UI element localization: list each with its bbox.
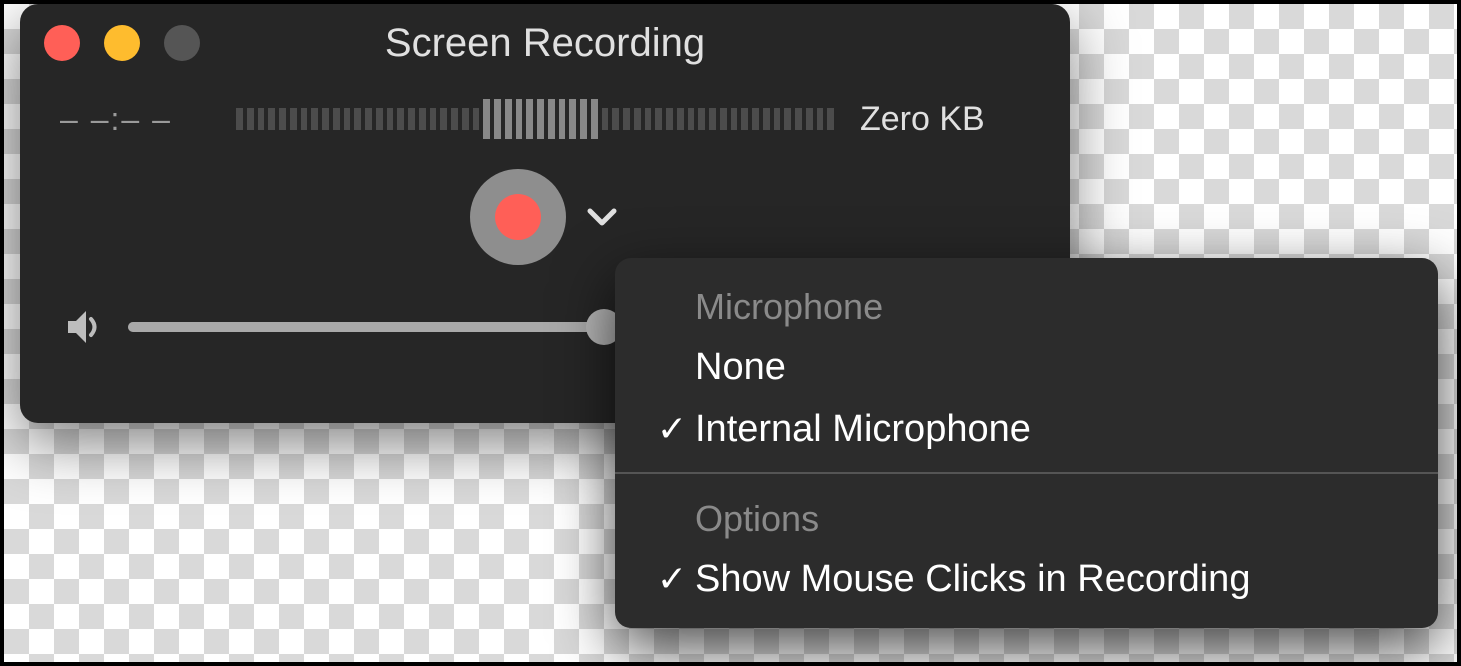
minimize-button[interactable]: [104, 25, 140, 61]
level-tick: [688, 108, 695, 130]
menu-item-label: Show Mouse Clicks in Recording: [695, 558, 1250, 601]
level-tick: [301, 108, 308, 130]
level-tick: [451, 108, 458, 130]
status-row: – –:– – Zero KB: [20, 82, 1070, 152]
level-tick: [720, 108, 727, 130]
level-tick: [408, 108, 415, 130]
level-tick: [677, 108, 684, 130]
level-tick: [440, 108, 447, 130]
window-controls: [44, 25, 200, 61]
level-tick: [494, 99, 501, 139]
level-tick: [666, 108, 673, 130]
close-button[interactable]: [44, 25, 80, 61]
level-tick: [763, 108, 770, 130]
options-menu: Microphone None✓Internal Microphone Opti…: [615, 258, 1438, 628]
level-tick: [505, 99, 512, 139]
level-tick: [236, 108, 243, 130]
level-tick: [741, 108, 748, 130]
audio-level-meter: [234, 99, 836, 139]
level-tick: [526, 99, 533, 139]
menu-item-label: Internal Microphone: [695, 408, 1031, 451]
record-icon: [495, 194, 541, 240]
level-tick: [387, 108, 394, 130]
level-tick: [333, 108, 340, 130]
menu-item-mic-0[interactable]: None: [615, 336, 1438, 398]
level-tick: [784, 108, 791, 130]
menu-item-option-0[interactable]: ✓Show Mouse Clicks in Recording: [615, 548, 1438, 610]
level-tick: [602, 108, 609, 130]
level-tick: [612, 108, 619, 130]
level-tick: [419, 108, 426, 130]
level-tick: [559, 99, 566, 139]
level-tick: [634, 108, 641, 130]
level-tick: [268, 108, 275, 130]
level-tick: [537, 99, 544, 139]
level-tick: [569, 99, 576, 139]
level-tick: [354, 108, 361, 130]
menu-separator: [615, 472, 1438, 474]
speaker-icon: [64, 307, 104, 347]
level-tick: [795, 108, 802, 130]
level-tick: [483, 99, 490, 139]
level-tick: [698, 108, 705, 130]
zoom-button[interactable]: [164, 25, 200, 61]
level-tick: [258, 108, 265, 130]
volume-slider-fill: [128, 322, 604, 332]
level-tick: [591, 99, 598, 139]
level-tick: [827, 108, 834, 130]
check-icon: ✓: [649, 558, 695, 600]
menu-section-options: Options: [615, 486, 1438, 548]
level-tick: [817, 108, 824, 130]
level-tick: [365, 108, 372, 130]
level-tick: [344, 108, 351, 130]
level-tick: [279, 108, 286, 130]
file-size: Zero KB: [860, 100, 1030, 139]
level-tick: [473, 108, 480, 130]
level-tick: [731, 108, 738, 130]
check-icon: ✓: [649, 408, 695, 450]
level-tick: [548, 99, 555, 139]
level-tick: [752, 108, 759, 130]
level-tick: [430, 108, 437, 130]
level-tick: [580, 99, 587, 139]
menu-item-mic-1[interactable]: ✓Internal Microphone: [615, 398, 1438, 460]
level-tick: [247, 108, 254, 130]
level-tick: [462, 108, 469, 130]
level-tick: [290, 108, 297, 130]
elapsed-time: – –:– –: [60, 101, 210, 138]
level-tick: [645, 108, 652, 130]
options-dropdown-button[interactable]: [584, 199, 620, 235]
level-tick: [623, 108, 630, 130]
level-tick: [806, 108, 813, 130]
titlebar: Screen Recording: [20, 4, 1070, 82]
menu-section-microphone: Microphone: [615, 274, 1438, 336]
level-tick: [516, 99, 523, 139]
record-button[interactable]: [470, 169, 566, 265]
level-tick: [774, 108, 781, 130]
level-tick: [322, 108, 329, 130]
level-tick: [376, 108, 383, 130]
level-tick: [709, 108, 716, 130]
menu-item-label: None: [695, 346, 786, 389]
level-tick: [311, 108, 318, 130]
level-tick: [397, 108, 404, 130]
chevron-down-icon: [587, 207, 617, 227]
level-tick: [655, 108, 662, 130]
